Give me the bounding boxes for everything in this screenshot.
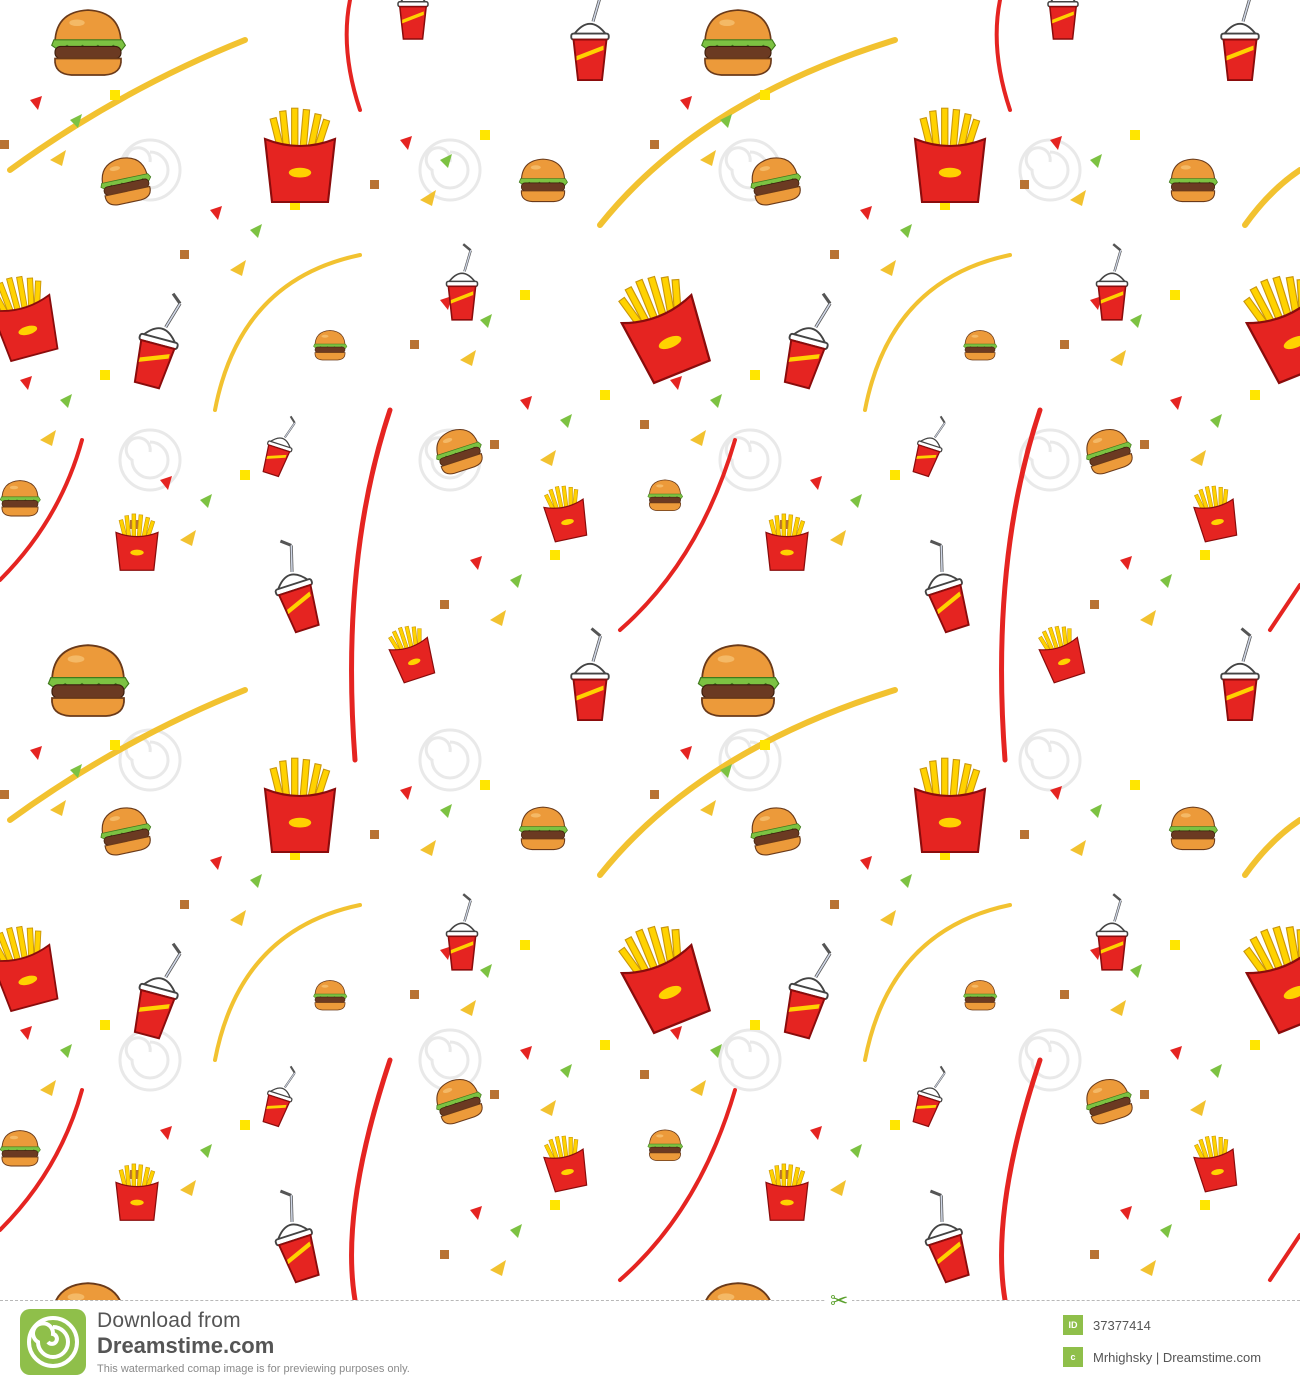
fries-icon: [1233, 263, 1300, 387]
soda-cup-icon: [1219, 0, 1261, 82]
spiral-logo-icon: [20, 1309, 86, 1375]
soda-cup-icon: [259, 534, 327, 636]
fries-icon: [1033, 620, 1090, 685]
fries-icon: [263, 107, 337, 204]
burger-icon: [0, 1130, 41, 1167]
soda-cup-icon: [257, 1061, 303, 1129]
fries-icon: [539, 1131, 592, 1194]
burger-icon: [518, 158, 569, 203]
soda-cup-icon: [1095, 242, 1129, 322]
food-pattern: [0, 0, 1300, 1300]
burger-icon: [697, 644, 780, 717]
fries-icon: [1189, 1131, 1242, 1194]
burger-icon: [95, 802, 156, 859]
soda-cup-icon: [126, 286, 192, 392]
soda-cup-icon: [909, 1184, 977, 1286]
soda-cup-icon: [1046, 0, 1080, 41]
soda-cup-icon: [257, 411, 303, 479]
soda-cup-icon: [126, 936, 192, 1042]
soda-cup-icon: [445, 242, 479, 322]
burger-icon: [1168, 806, 1219, 851]
burger-icon: [963, 980, 998, 1011]
soda-cup-icon: [776, 936, 842, 1042]
burger-icon: [50, 9, 127, 76]
soda-cup-icon: [907, 411, 953, 479]
burger-icon: [700, 9, 777, 76]
soda-cup-icon: [569, 0, 611, 82]
watermark-footer: ✂ Download from Dreamstime.com This wate…: [0, 1290, 1300, 1390]
soda-cup-icon: [1219, 627, 1261, 722]
brand-link[interactable]: Dreamstime.com: [97, 1333, 274, 1359]
fries-icon: [608, 263, 718, 387]
fries-icon: [1189, 481, 1242, 544]
soda-cup-icon: [1095, 892, 1129, 972]
copyright-icon: c: [1063, 1347, 1083, 1367]
burger-icon: [0, 480, 41, 517]
soda-cup-icon: [569, 627, 611, 722]
download-text: Download from: [97, 1309, 241, 1332]
watermark-spirals: [118, 138, 1082, 1092]
fries-icon: [539, 481, 592, 544]
burgers: [0, 9, 1219, 1300]
scissors-icon: ✂: [826, 1290, 853, 1312]
burger-icon: [1168, 158, 1219, 203]
fries-icon: [1233, 913, 1300, 1037]
burger-icon: [647, 479, 684, 511]
burger-icon: [518, 806, 569, 851]
burger-icon: [963, 330, 998, 361]
fries-icon: [0, 918, 65, 1014]
burger-icon: [1079, 422, 1138, 478]
fries-icon: [913, 107, 987, 204]
soda-cup-icon: [776, 286, 842, 392]
image-id: ID 37377414: [1063, 1315, 1151, 1335]
burger-icon: [745, 802, 806, 859]
soda-cup-icon: [396, 0, 430, 41]
burger-icon: [313, 330, 348, 361]
fries-icon: [263, 757, 337, 854]
fries-icon: [0, 268, 65, 364]
id-value: 37377414: [1093, 1317, 1151, 1333]
credit-text[interactable]: Mrhighsky | Dreamstime.com: [1093, 1350, 1261, 1365]
fries-icon: [383, 620, 440, 685]
fries-icon: [608, 913, 718, 1037]
burger-icon: [647, 1129, 684, 1161]
soda-cup-icon: [259, 1184, 327, 1286]
soda-cup-icon: [445, 892, 479, 972]
confetti-layer: [0, 90, 1260, 1276]
burger-icon: [313, 980, 348, 1011]
burger-icon: [47, 1282, 130, 1300]
preview-note: This watermarked comap image is for prev…: [97, 1363, 410, 1375]
burger-icon: [1079, 1072, 1138, 1128]
burger-icon: [697, 1282, 780, 1300]
soda-cup-icon: [907, 1061, 953, 1129]
burger-icon: [429, 1072, 488, 1128]
id-badge: ID: [1063, 1315, 1083, 1335]
soda-cup-icon: [909, 534, 977, 636]
burger-icon: [47, 644, 130, 717]
fries-icon: [913, 757, 987, 854]
author-credit: c Mrhighsky | Dreamstime.com: [1063, 1347, 1261, 1367]
